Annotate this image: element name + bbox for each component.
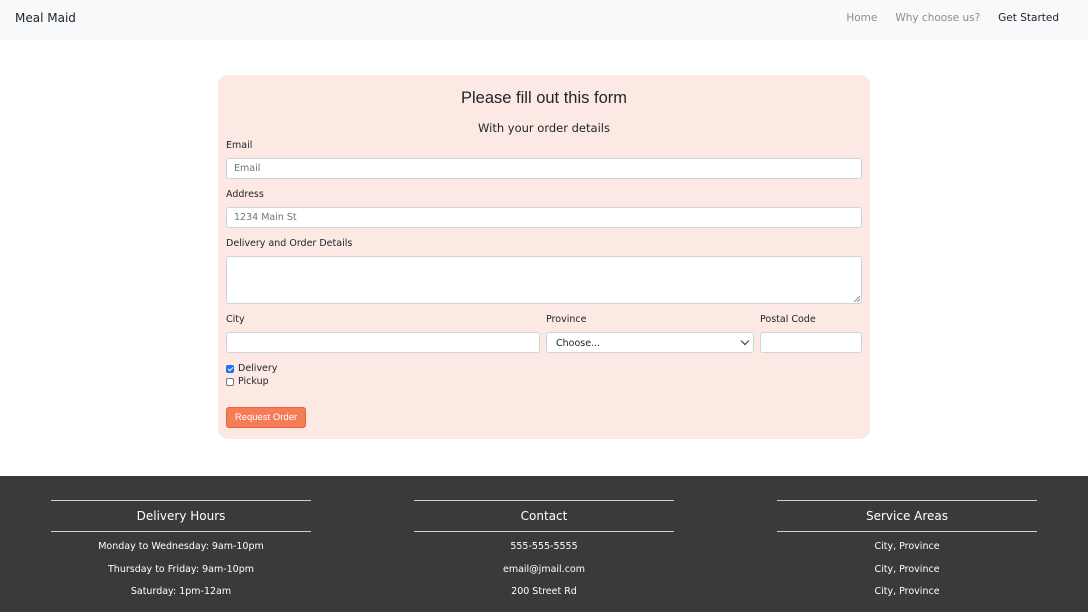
footer-heading: Service Areas: [865, 509, 949, 523]
address-label: Address: [226, 189, 264, 200]
navbar: Meal Maid Home Why choose us? Get Starte…: [0, 0, 1088, 40]
footer-column-delivery-hours: Delivery Hours Monday to Wednesday: 9am-…: [51, 500, 311, 609]
contact-email: email@jmail.com: [502, 563, 585, 575]
city-input[interactable]: [226, 332, 540, 353]
contact-address: 200 Street Rd: [511, 586, 577, 598]
address-input[interactable]: [226, 207, 862, 228]
footer-heading: Delivery Hours: [136, 509, 226, 523]
chevron-down-icon: [740, 336, 750, 346]
footer-line: Thursday to Friday: 9am-10pm: [108, 563, 254, 575]
details-label: Delivery and Order Details: [226, 238, 353, 249]
request-order-button[interactable]: Request Order: [226, 407, 306, 428]
divider: [51, 531, 311, 532]
province-select[interactable]: Choose...: [546, 332, 754, 353]
province-selected-value: Choose...: [556, 338, 601, 349]
divider: [777, 531, 1037, 532]
brand-logo[interactable]: Meal Maid: [15, 11, 76, 25]
province-label: Province: [546, 314, 587, 325]
postal-code-label: Postal Code: [760, 314, 816, 325]
footer-line: Monday to Wednesday: 9am-10pm: [98, 541, 264, 552]
email-label: Email: [226, 140, 253, 151]
footer-line: City, Province: [874, 541, 940, 552]
pickup-checkbox[interactable]: [226, 377, 234, 386]
form-subtitle: With your order details: [478, 121, 610, 135]
details-textarea[interactable]: [226, 256, 862, 304]
nav-links: Home Why choose us? Get Started: [846, 12, 1059, 24]
email-input[interactable]: [226, 158, 862, 179]
contact-phone: 555-555-5555: [510, 541, 578, 552]
footer: Delivery Hours Monday to Wednesday: 9am-…: [0, 476, 1088, 612]
footer-line: City, Province: [874, 563, 940, 575]
divider: [414, 531, 674, 532]
pickup-label: Pickup: [238, 376, 269, 387]
delivery-label: Delivery: [238, 363, 278, 374]
footer-line: City, Province: [874, 586, 940, 598]
footer-heading: Contact: [520, 509, 568, 523]
nav-link-get-started[interactable]: Get Started: [998, 12, 1059, 24]
delivery-checkbox[interactable]: [226, 364, 234, 373]
nav-link-why-choose-us[interactable]: Why choose us?: [895, 12, 980, 24]
order-form-card: Please fill out this form With your orde…: [218, 75, 870, 439]
form-title: Please fill out this form: [461, 89, 627, 107]
details-wrapper: [226, 256, 862, 304]
delivery-option[interactable]: Delivery: [226, 363, 277, 374]
footer-line: Saturday: 1pm-12am: [130, 586, 232, 598]
footer-column-contact: Contact 555-555-5555 email@jmail.com 200…: [414, 500, 674, 609]
pickup-option[interactable]: Pickup: [226, 376, 269, 387]
nav-link-home[interactable]: Home: [846, 12, 877, 24]
footer-column-service-areas: Service Areas City, Province City, Provi…: [777, 500, 1037, 609]
city-label: City: [226, 314, 245, 325]
postal-code-input[interactable]: [760, 332, 862, 353]
